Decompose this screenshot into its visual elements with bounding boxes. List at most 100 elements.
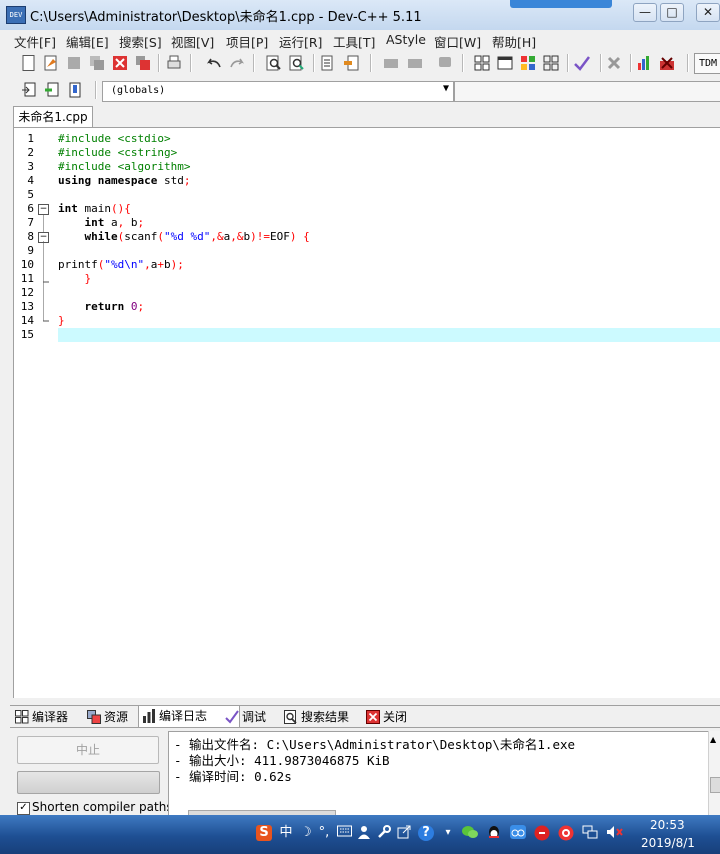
line-number: 6: [27, 202, 34, 215]
clock-time[interactable]: 20:53: [650, 818, 685, 832]
scroll-up-icon[interactable]: ▲: [710, 735, 716, 744]
security-shield-icon[interactable]: [534, 825, 550, 841]
current-line-highlight: [58, 328, 720, 342]
add-to-project-icon[interactable]: [43, 81, 61, 99]
project-view-icon[interactable]: [473, 54, 491, 72]
bookmark-icon[interactable]: [342, 54, 360, 72]
undo-icon[interactable]: [205, 54, 223, 72]
tab-debug-label: 调试: [242, 710, 267, 724]
compile-progress-bar: [17, 771, 160, 794]
menu-window[interactable]: 窗口[W]: [434, 32, 481, 51]
code-line-2: #include <cstring>: [58, 146, 178, 159]
class-browser-icon[interactable]: [519, 54, 537, 72]
menu-tools[interactable]: 工具[T]: [333, 32, 375, 51]
close-all-icon[interactable]: [134, 54, 152, 72]
tab-close[interactable]: 关闭: [363, 707, 407, 727]
replace-icon[interactable]: [288, 54, 306, 72]
maximize-button[interactable]: □: [660, 3, 684, 22]
show-hidden-icons-chevron[interactable]: ▾: [440, 825, 456, 841]
line-number: 14: [20, 314, 34, 327]
close-button[interactable]: ✕: [696, 3, 720, 22]
keyboard-icon[interactable]: [336, 825, 352, 841]
tab-compile-log-label: 编译日志: [159, 709, 208, 723]
menu-file[interactable]: 文件[F]: [14, 32, 56, 51]
toggle-comment-icon: [436, 54, 454, 72]
open-file-icon[interactable]: [42, 54, 60, 72]
remove-from-project-icon[interactable]: [66, 81, 84, 99]
wechat-icon[interactable]: [462, 825, 478, 841]
fold-toggle-icon[interactable]: −: [38, 204, 49, 215]
line-number: 1: [27, 132, 34, 145]
compile-check-icon[interactable]: [573, 54, 591, 72]
menu-astyle[interactable]: AStyle: [386, 32, 426, 47]
resources-icon: [87, 710, 101, 724]
punctuation-icon[interactable]: °,: [316, 825, 332, 841]
chart-icon[interactable]: [635, 54, 653, 72]
tab-close-label: 关闭: [383, 710, 408, 724]
code-line-3: #include <algorithm>: [58, 160, 191, 173]
delete-icon: [605, 54, 623, 72]
line-number: 11: [20, 272, 34, 285]
close-file-icon[interactable]: [111, 54, 129, 72]
network-icon[interactable]: [582, 825, 598, 841]
layout-icon[interactable]: [542, 54, 560, 72]
menu-edit[interactable]: 编辑[E]: [66, 32, 109, 51]
goto-line-icon[interactable]: [318, 54, 336, 72]
clock-date[interactable]: 2019/8/1: [641, 836, 695, 850]
function-dropdown[interactable]: [454, 81, 720, 102]
search-icon: [284, 710, 298, 724]
code-line-11: }: [84, 272, 92, 285]
new-file-icon[interactable]: [20, 54, 38, 72]
code-line-1: #include <cstdio>: [58, 132, 171, 145]
print-icon[interactable]: [165, 54, 183, 72]
tab-resources[interactable]: 资源: [84, 707, 128, 727]
insert-icon[interactable]: [20, 81, 38, 99]
scrollbar-thumb[interactable]: [710, 777, 720, 793]
minimize-button[interactable]: —: [633, 3, 657, 22]
find-icon[interactable]: [265, 54, 283, 72]
line-number: 15: [20, 328, 34, 341]
toolbar-separator: [567, 54, 569, 72]
menu-view[interactable]: 视图[V]: [171, 32, 214, 51]
external-link-icon[interactable]: [396, 825, 412, 841]
tab-file[interactable]: 未命名1.cpp: [13, 106, 93, 128]
tab-compiler[interactable]: 编译器: [12, 707, 68, 727]
menu-search[interactable]: 搜索[S]: [119, 32, 162, 51]
profile-icon[interactable]: [658, 54, 676, 72]
antivirus-icon[interactable]: [558, 825, 574, 841]
help-icon[interactable]: ?: [418, 825, 434, 841]
abort-button[interactable]: 中止: [17, 736, 159, 764]
toolbar-separator: [253, 54, 255, 72]
sogou-ime-icon[interactable]: S: [256, 825, 272, 841]
toolbar-separator: [630, 54, 632, 72]
code-editor[interactable]: 1 2 3 4 5 6 7 8 9 10 11 12 13 14 15 − − …: [13, 127, 720, 698]
tab-search-results[interactable]: 搜索结果: [281, 707, 349, 727]
window-icon[interactable]: [496, 54, 514, 72]
moon-icon[interactable]: ☽: [298, 825, 314, 841]
line-number: 12: [20, 286, 34, 299]
menu-run[interactable]: 运行[R]: [279, 32, 322, 51]
menu-project[interactable]: 项目[P]: [226, 32, 268, 51]
main-toolbar: TDM: [10, 50, 720, 77]
code-line-14: }: [58, 314, 65, 327]
toolbar-separator: [190, 54, 192, 72]
window-peek-strip: [510, 0, 612, 8]
save-all-icon: [88, 54, 106, 72]
toolbar-separator: [158, 54, 160, 72]
user-icon[interactable]: [356, 825, 372, 841]
compile-log-output[interactable]: - 输出文件名: C:\Users\Administrator\Desktop\…: [168, 731, 712, 817]
tab-debug[interactable]: 调试: [222, 707, 266, 727]
log-scrollbar[interactable]: ▲: [708, 731, 720, 815]
scope-dropdown[interactable]: (globals) ▼: [102, 81, 454, 102]
qq-icon[interactable]: [486, 825, 502, 841]
wrench-icon[interactable]: [376, 825, 392, 841]
menu-help[interactable]: 帮助[H]: [492, 32, 536, 51]
ime-chinese-mode-icon[interactable]: 中: [278, 825, 294, 841]
volume-muted-icon[interactable]: [606, 825, 623, 841]
cloud-sync-icon[interactable]: [510, 825, 526, 841]
toolbar-separator: [462, 54, 464, 72]
tab-compiler-label: 编译器: [32, 710, 69, 724]
tab-resources-label: 资源: [104, 710, 129, 724]
shorten-paths-checkbox[interactable]: ✓: [17, 802, 30, 815]
compiler-select[interactable]: TDM: [694, 53, 720, 74]
